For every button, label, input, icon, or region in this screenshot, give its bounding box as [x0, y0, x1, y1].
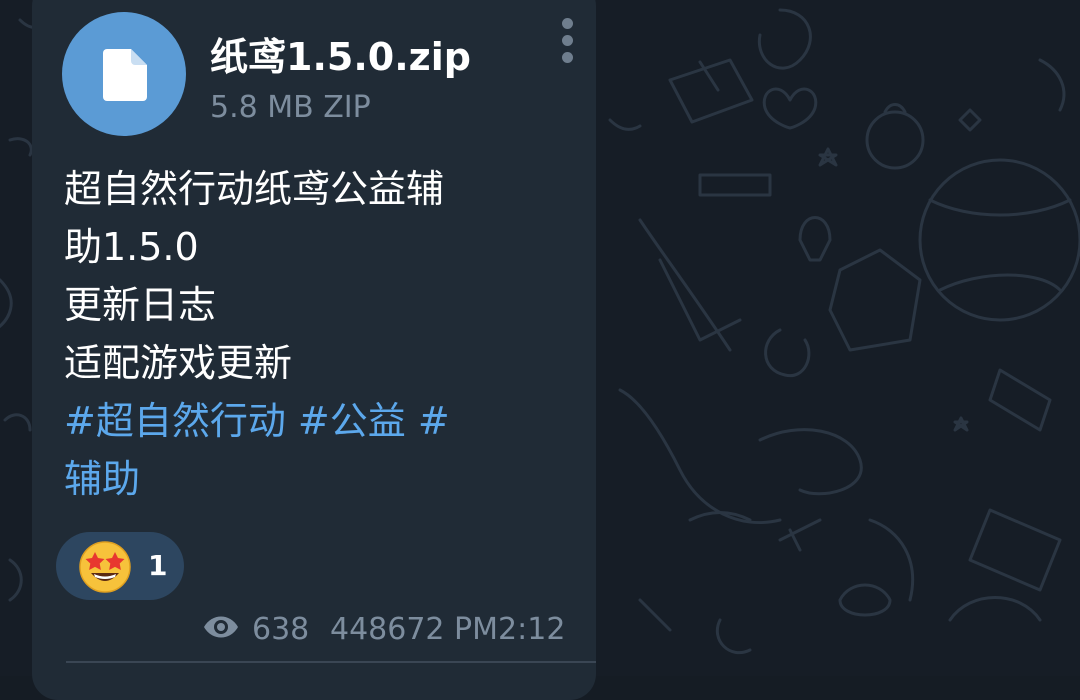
more-options-icon[interactable] [558, 18, 576, 66]
message-caption: 超自然行动纸鸢公益辅 助1.5.0 更新日志 适配游戏更新 [64, 160, 574, 392]
hashtag-line[interactable]: 辅助 [64, 450, 534, 508]
hashtag-line[interactable]: #超自然行动 #公益 # [64, 392, 534, 450]
divider [66, 661, 596, 663]
caption-line: 适配游戏更新 [64, 341, 293, 385]
eye-icon [204, 616, 238, 638]
file-download-button[interactable] [62, 12, 186, 136]
caption-line: 更新日志 [64, 283, 217, 327]
star-struck-emoji-icon [79, 541, 131, 593]
file-name[interactable]: 纸鸢1.5.0.zip [210, 26, 471, 81]
view-count: 638 [252, 612, 310, 647]
hashtag-links[interactable]: #超自然行动 #公益 # 辅助 [64, 392, 534, 508]
file-icon [103, 49, 147, 101]
reaction-chip[interactable]: 1 [56, 532, 184, 600]
message-timestamp: 448672 PM2:12 [330, 612, 566, 647]
caption-line: 助1.5.0 [64, 225, 199, 269]
reaction-count: 1 [148, 549, 168, 582]
file-size: 5.8 MB ZIP [210, 90, 371, 125]
caption-line: 超自然行动纸鸢公益辅 [64, 167, 445, 211]
